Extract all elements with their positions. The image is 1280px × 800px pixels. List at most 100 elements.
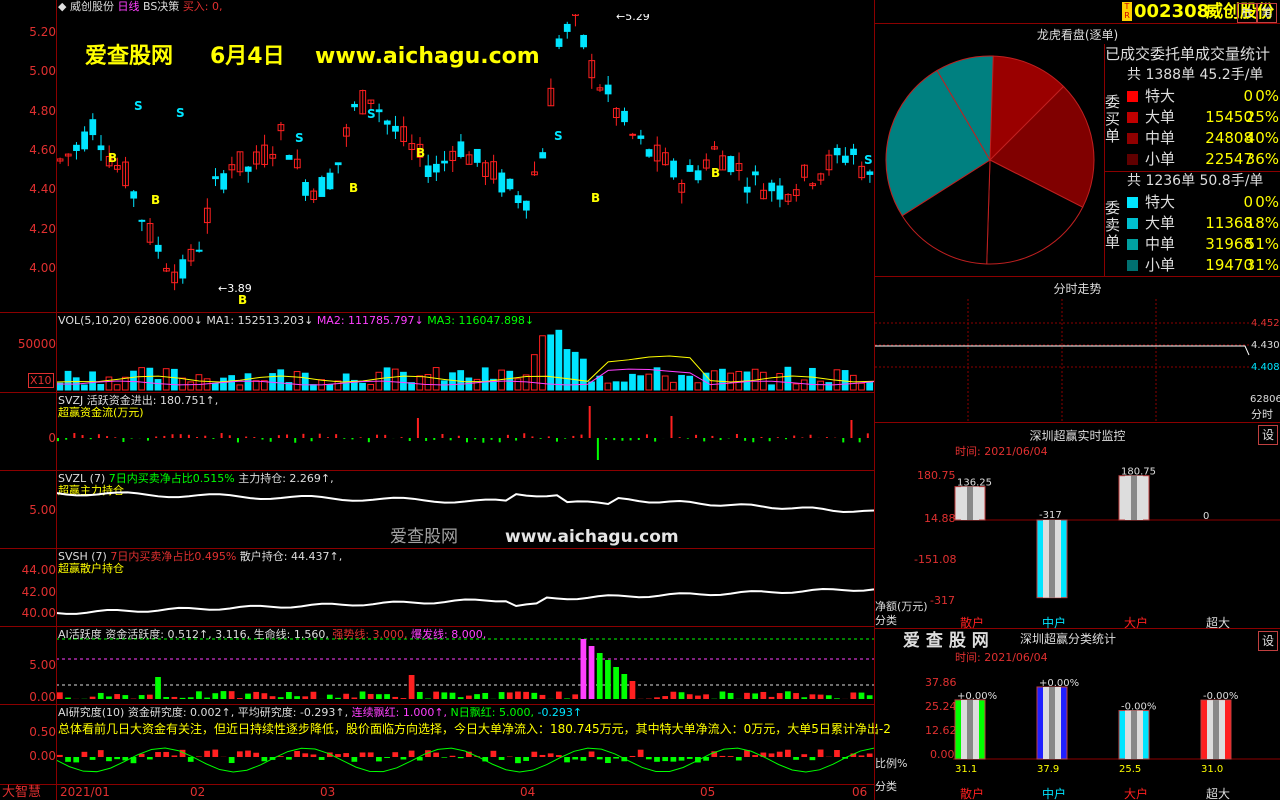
- date-label: 06: [852, 785, 868, 799]
- volume-pane[interactable]: VOL(5,10,20) 62806.000↓ MA1: 152513.203↓…: [0, 313, 874, 393]
- kline-pane[interactable]: ◆ 威创股份 日线 BS决策 买入: 0, 5.20 5.00 4.80 4.6…: [0, 0, 874, 313]
- column-toggle-button[interactable]: 柱: [1237, 3, 1257, 23]
- research-bar: [359, 752, 366, 757]
- research-bar: [433, 752, 440, 757]
- research-bar: [318, 757, 325, 760]
- flow-bar: [416, 418, 419, 438]
- volume-bar: [367, 383, 375, 391]
- research-bar: [73, 757, 80, 763]
- research-bar: [89, 757, 96, 760]
- volume-chart[interactable]: [56, 327, 874, 392]
- volume-bar: [555, 329, 563, 391]
- volume-bar: [359, 382, 366, 391]
- ai-research-pane[interactable]: AI研究度(10) 资金研究度: 0.002↑, 平均研究度: -0.293↑,…: [0, 705, 891, 785]
- research-bar: [441, 757, 448, 758]
- svsh-chart[interactable]: [56, 549, 874, 626]
- activity-bar: [760, 691, 767, 699]
- monitor-bar-chart[interactable]: 136.25 散户 -317 中户 180.75 大户 0 超大: [953, 463, 1280, 629]
- stats-bar-chart[interactable]: +0.00% 散户 +0.00% 中户 -0.00% 大户 -0.00% 超大 31.1 37.9…: [953, 673, 1280, 800]
- flow-bar: [310, 438, 313, 442]
- ai-activity-pane[interactable]: AI活跃度 资金活跃度: 0.512↑, 3.116, 生命线: 1.560, …: [0, 627, 874, 705]
- research-bar: [163, 751, 170, 757]
- volume-bar: [858, 382, 865, 391]
- svzj-chart[interactable]: [56, 393, 874, 470]
- volume-tick: 50000: [17, 337, 56, 351]
- intraday-chart[interactable]: [875, 299, 1250, 423]
- sell-signal: S: [295, 131, 304, 145]
- research-bar: [645, 757, 652, 760]
- buy-row-name: 小单: [1145, 150, 1176, 168]
- ai-activity-chart[interactable]: [56, 627, 874, 704]
- buy-row-percent: 25%: [1245, 108, 1279, 126]
- volume-bar: [97, 383, 105, 391]
- chart-area[interactable]: ◆ 威创股份 日线 BS决策 买入: 0, 5.20 5.00 4.80 4.6…: [0, 0, 891, 800]
- candle-down: [326, 172, 334, 190]
- monitor-settings-button[interactable]: 设: [1258, 425, 1278, 445]
- order-pie-chart[interactable]: [880, 50, 1100, 270]
- activity-bar: [605, 660, 611, 699]
- buy-signal: B: [238, 293, 247, 307]
- volume-label: VOL(5,10,20) 62806.000↓ MA1: 152513.203↓…: [58, 314, 535, 327]
- svzl-chart[interactable]: [56, 471, 874, 548]
- activity-bar: [817, 694, 824, 699]
- volume-bar: [661, 375, 669, 391]
- activity-bar: [801, 697, 808, 699]
- ai-activity-tick-1: 0.00: [29, 690, 56, 704]
- candle-down: [743, 186, 751, 193]
- volume-bar: [841, 370, 849, 391]
- category-stats-panel: 爱 查 股 网 深圳超赢分类统计 设 时间: 2021/06/04 37.86 …: [875, 629, 1280, 800]
- monitor-category: 散户: [960, 615, 984, 629]
- flow-bar: [490, 438, 493, 440]
- activity-bar: [367, 693, 374, 699]
- candle-down: [457, 141, 465, 157]
- activity-bar: [703, 694, 709, 699]
- candle-down: [833, 147, 841, 156]
- buy-row-name: 中单: [1145, 129, 1176, 147]
- research-bar: [523, 757, 529, 761]
- volume-bar: [383, 367, 391, 391]
- activity-bar: [539, 694, 546, 699]
- flow-bar: [654, 438, 657, 442]
- candle-down: [506, 178, 514, 190]
- stats-bar-core: [1213, 700, 1219, 759]
- activity-bar: [555, 691, 562, 699]
- candle-down: [866, 171, 874, 175]
- volume-bar: [277, 369, 285, 391]
- sell-total: 共 1236单 50.8手/单: [1127, 173, 1264, 189]
- ai-research-chart[interactable]: [56, 705, 874, 784]
- volume-bar: [326, 384, 334, 391]
- activity-bar: [326, 694, 333, 699]
- volume-bar: [449, 372, 456, 391]
- svzl-pane[interactable]: SVZL (7) 7日内买卖净占比0.515% 主力持仓: 2.269↑, 超赢…: [0, 471, 874, 549]
- svzj-pane[interactable]: SVZJ 活跃资金进出: 180.751↑, 超赢资金流(万元) 0: [0, 393, 874, 471]
- activity-bar: [776, 693, 783, 699]
- pen-toggle-button[interactable]: 笔: [1257, 3, 1277, 23]
- buy-row-percent: 40%: [1245, 129, 1279, 147]
- research-bar: [294, 750, 300, 757]
- volume-bar: [514, 378, 522, 391]
- volume-bar: [784, 366, 792, 391]
- buy-signal: B: [349, 181, 358, 195]
- volume-bar: [416, 375, 424, 391]
- research-bar: [654, 757, 660, 762]
- svsh-pane[interactable]: SVSH (7) 7日内买卖净占比0.495% 散户持仓: 44.437↑, 超…: [0, 549, 874, 627]
- tr-badge[interactable]: TR: [1122, 2, 1132, 21]
- intraday-panel[interactable]: 分时走势 4.452 4.430 4.408 62806 分时: [875, 277, 1280, 423]
- candle-down: [768, 182, 776, 192]
- activity-bar: [457, 697, 464, 699]
- activity-bar: [858, 692, 865, 699]
- pie-title: 龙虎看盘(逐单): [1036, 28, 1119, 42]
- sell-signal: S: [176, 106, 185, 120]
- research-bar: [768, 753, 775, 757]
- svsh-tick-0: 44.00: [21, 563, 56, 577]
- research-bar: [384, 757, 390, 758]
- activity-bar: [261, 693, 268, 699]
- monitor-category: 大户: [1124, 615, 1148, 629]
- stats-settings-button[interactable]: 设: [1258, 631, 1278, 651]
- flow-bar: [482, 438, 485, 443]
- activity-bar: [596, 653, 603, 699]
- activity-bar: [236, 698, 243, 699]
- candle-down: [244, 166, 252, 172]
- research-bar: [735, 757, 742, 761]
- sell-row-name: 特大: [1145, 193, 1176, 211]
